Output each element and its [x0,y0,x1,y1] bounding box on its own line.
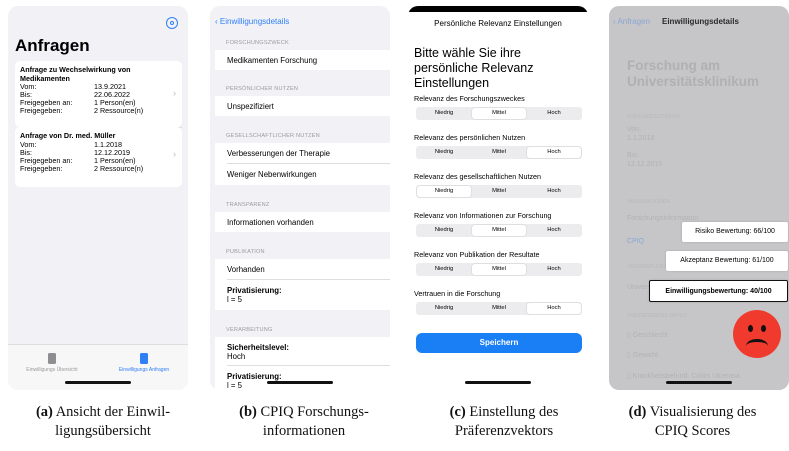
request-title: Anfrage zu Wechselwirkung von Medikament… [20,65,131,83]
sad-face-icon [733,310,781,358]
list-item: Privatisierung: l = 5 [215,280,390,310]
section-label: INFORMATIONEN [627,199,671,205]
risk-score-popup: Risiko Bewertung: 66/100 [682,222,788,242]
page-heading: Bitte wähle Sie ihre persönliche Relevan… [414,46,534,90]
segment-high[interactable]: Hoch [527,186,581,197]
section-label: PERSÖNLICHER NUTZEN [226,86,299,92]
tab-consent-requests[interactable]: Einwilligungs Anfragen [104,353,184,373]
list-item: Vorhanden [215,259,390,280]
home-indicator [65,381,131,384]
tab-consent-overview[interactable]: Einwilligungs Übersicht [12,353,92,373]
caption-d: (d) Visualisierung des CPIQ Scores [628,404,757,439]
section-label: TRANSPARENZ [226,202,270,208]
tab-label: Einwilligungs Übersicht [26,367,78,373]
home-indicator [666,381,732,384]
relevance-segmented-control: Niedrig Mittel Hoch [416,263,582,276]
segment-low[interactable]: Niedrig [417,264,471,275]
save-button[interactable]: Speichern [416,333,582,353]
segment-low[interactable]: Niedrig [417,147,471,158]
phone-cpiq-research-info: ‹ Einwilligungsdetails FORSCHUNGSZWECK M… [210,6,390,390]
list-item: Weniger Nebenwirkungen [215,164,390,185]
list-item: Unspezifiziert [215,96,390,116]
request-row: Freigegeben: 2 Ressource(n) [20,164,144,173]
tab-label: Einwilligungs Anfragen [118,367,170,373]
acceptance-score-popup: Akzeptanz Bewertung: 61/100 [666,251,788,271]
relevance-question-label: Relevanz des Forschungszweckes [414,94,525,103]
relevance-question-label: Relevanz des persönlichen Nutzen [414,133,526,142]
list-item: Verbesserungen der Therapie [215,143,390,164]
relevance-segmented-control: Niedrig Mittel Hoch [416,224,582,237]
list-item: Privatisierung: l = 5 [215,366,390,390]
request-card-1[interactable]: Anfrage zu Wechselwirkung von Medikament… [15,61,182,128]
segment-high[interactable]: Hoch [527,303,581,314]
bis-value: 12.12.2019 [627,161,663,168]
export-icon [140,353,148,364]
phone-consent-overview: Anfragen Anfrage zu Wechselwirkung von M… [8,6,188,390]
relevance-segmented-control: Niedrig Mittel Hoch [416,302,582,315]
relevance-question-label: Relevanz von Publikation der Resultate [414,250,540,259]
nav-title: Einwilligungsdetails [662,17,739,26]
segment-medium[interactable]: Mittel [472,147,526,158]
request-card-2[interactable]: Anfrage von Dr. med. Müller Vom: 1.1.2018… [15,127,182,187]
segment-low[interactable]: Niedrig [417,225,471,236]
cpiq-link[interactable]: CPIQ [627,238,644,245]
chevron-right-icon: › [173,88,176,98]
von-label: Von: [627,126,642,133]
segment-high[interactable]: Hoch [527,108,581,119]
list-item: Informationen vorhanden [215,212,390,232]
clipboard-icon [48,353,56,364]
relevance-question-label: Vertrauen in die Forschung [414,289,501,298]
data-item: ▯ Geschlecht [627,332,668,339]
sheet-top-edge [408,6,588,12]
sheet-header: Persönliche Relevanz Einstellungen [434,19,562,28]
segment-high[interactable]: Hoch [527,264,581,275]
segment-medium[interactable]: Mittel [472,225,526,236]
bis-label: Bis: [627,152,639,159]
caption-c: (c) Einstellung des Präferenzvektors [449,404,559,439]
segment-medium[interactable]: Mittel [472,303,526,314]
chevron-right-icon: › [173,149,176,159]
von-value: 1.1.2018 [627,135,655,142]
phone-cpiq-score: ‹ Anfragen Einwilligungsdetails Forschun… [609,6,789,390]
section-label: VERARBEITUNG [226,327,273,333]
segment-low[interactable]: Niedrig [417,108,471,119]
segment-low[interactable]: Niedrig [417,186,471,197]
segment-medium[interactable]: Mittel [472,108,526,119]
info-item: Forschungsinformation [627,215,699,222]
segment-medium[interactable]: Mittel [472,264,526,275]
relevance-segmented-control: Niedrig Mittel Hoch [416,146,582,159]
segment-medium[interactable]: Mittel [472,186,526,197]
relevance-question-label: Relevanz des gesellschaftlichen Nutzen [414,172,542,181]
section-label: FORSCHUNGSZWECK [226,40,289,46]
consent-score-popup: Einwilligungsbewertung: 40/100 [649,280,788,302]
page-title: Forschung am Universitätsklinikum [627,58,760,89]
page-title: Anfragen [15,36,90,55]
data-item: ▯ Gewicht [627,352,659,359]
back-label: Einwilligungsdetails [219,17,290,26]
caption-b: (b) CPIQ Forschungs-informationen [239,404,369,439]
back-button[interactable]: ‹ Einwilligungsdetails [215,17,289,26]
section-label: GESELLSCHAFTLICHER NUTZEN [226,133,320,139]
segment-high[interactable]: Hoch [527,225,581,236]
relevance-segmented-control: Niedrig Mittel Hoch [416,107,582,120]
section-label: FREIGEGEBENE DATEN [627,313,687,319]
section-label: FREIGABEZEITRAUM [627,114,680,120]
segment-high[interactable]: Hoch [527,147,581,158]
list-item: Sicherheitslevel: Hoch [215,337,390,366]
request-title: Anfrage von Dr. med. Müller [20,131,116,140]
back-button[interactable]: ‹ Anfragen [613,17,650,26]
back-label: Anfragen [617,17,650,26]
data-item: ▯ Krankheitsbefund: Colitis Ulcerosa [627,373,740,380]
phone-preference-settings: Persönliche Relevanz Einstellungen Bitte… [408,6,588,390]
caption-a: (a) Ansicht der Einwil-ligungsübersicht [35,404,171,439]
home-indicator [267,381,333,384]
relevance-question-label: Relevanz von Informationen zur Forschung [414,211,552,220]
relevance-segmented-control: Niedrig Mittel Hoch [416,185,582,198]
list-item: Medikamenten Forschung [215,50,390,70]
section-label: PUBLIKATION [226,249,265,255]
segment-low[interactable]: Niedrig [417,303,471,314]
home-indicator [465,381,531,384]
settings-icon[interactable] [166,17,178,29]
request-row: Freigegeben: 2 Ressource(n) [20,106,144,115]
